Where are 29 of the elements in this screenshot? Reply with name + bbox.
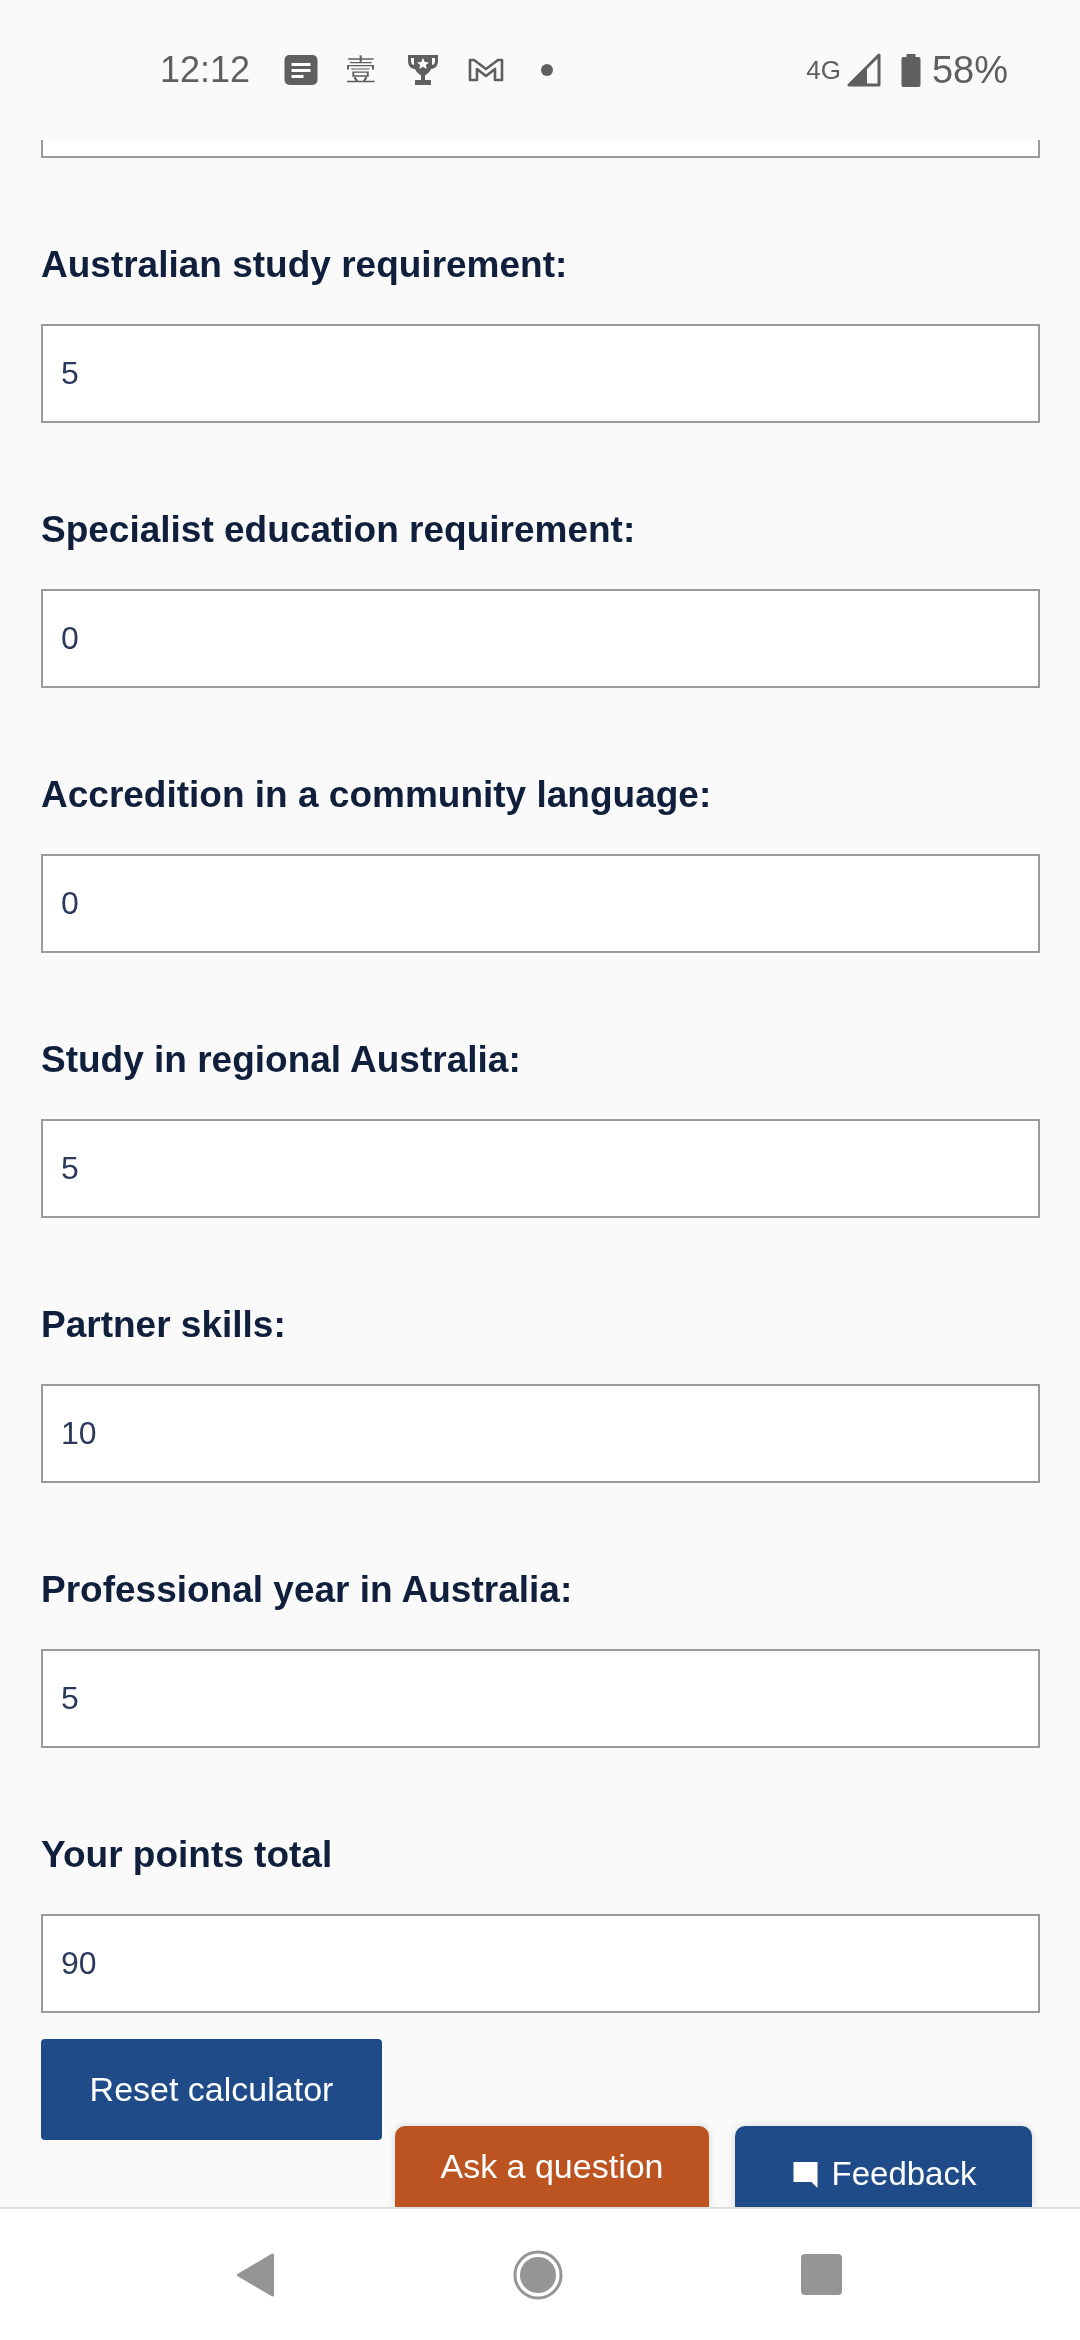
back-icon[interactable] <box>236 2252 275 2297</box>
battery-icon <box>900 53 921 87</box>
home-icon[interactable] <box>513 2249 563 2300</box>
input-field[interactable]: 5 <box>41 1119 1040 1218</box>
status-time: 12:12 <box>160 50 251 90</box>
dot-icon <box>541 64 554 76</box>
field-label: Study in regional Australia: <box>41 1038 522 1082</box>
mail-icon <box>468 57 505 83</box>
message-icon <box>284 55 319 85</box>
field-label: Australian study requirement: <box>41 243 569 287</box>
feedback-button[interactable]: Feedback <box>735 2126 1032 2207</box>
input-field[interactable]: 10 <box>41 1384 1040 1483</box>
ask-question-button[interactable]: Ask a question <box>395 2126 709 2207</box>
field-label: Accredition in a community language: <box>41 773 713 817</box>
notification-glyph: 壹 <box>346 53 377 87</box>
input-field[interactable]: 0 <box>41 854 1040 953</box>
field-label: Partner skills: <box>41 1303 287 1347</box>
reset-calculator-button[interactable]: Reset calculator <box>41 2039 382 2140</box>
input-field[interactable]: 0 <box>41 589 1040 688</box>
field-label: Your points total <box>41 1833 334 1877</box>
input-field[interactable]: 5 <box>41 324 1040 423</box>
battery-percent: 58% <box>931 49 1008 91</box>
network-type: 4G <box>806 55 841 85</box>
input-field[interactable] <box>41 140 1040 158</box>
field-label: Professional year in Australia: <box>41 1568 574 1612</box>
field-label: Specialist education requirement: <box>41 508 637 552</box>
input-field[interactable]: 5 <box>41 1649 1040 1748</box>
signal-icon <box>846 53 881 87</box>
input-field[interactable]: 90 <box>41 1914 1040 2013</box>
